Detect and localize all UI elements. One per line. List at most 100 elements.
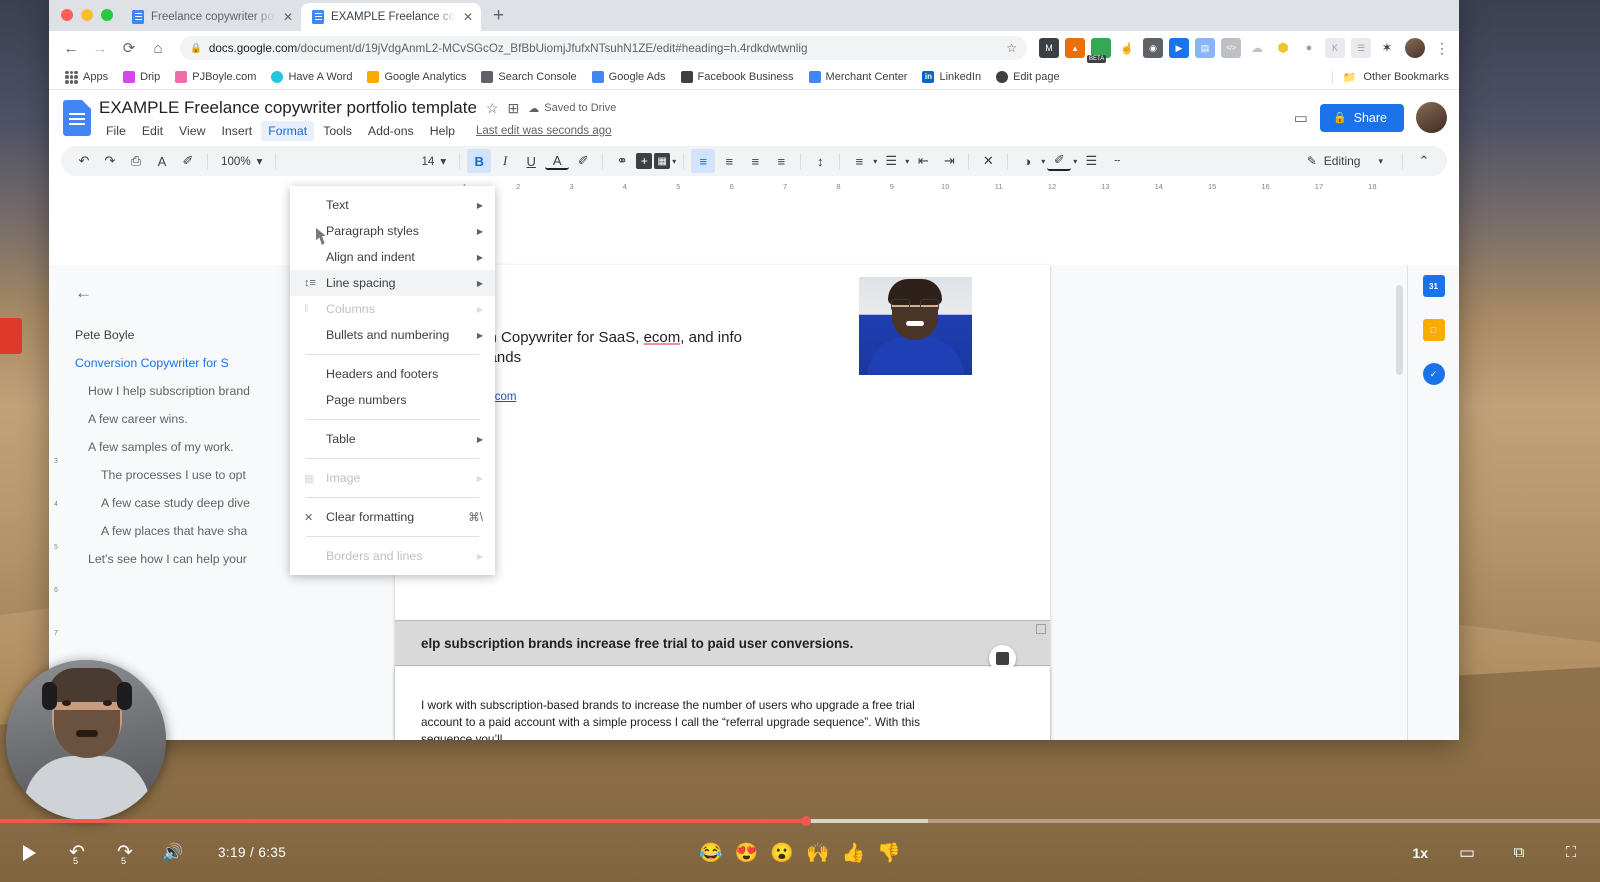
format-menu-item-text[interactable]: Text ▶ (290, 192, 495, 218)
insert-link-icon[interactable]: ⚭ (610, 149, 634, 173)
shield-extension-icon[interactable]: ◉ (1143, 38, 1163, 58)
chevron-down-icon[interactable]: ▾ (1073, 157, 1077, 166)
browser-tab-2[interactable]: EXAMPLE Freelance copywrite ✕ (301, 3, 481, 31)
playback-speed-button[interactable]: 1x (1412, 845, 1428, 861)
bookmark-drip[interactable]: Drip (117, 69, 166, 85)
tasks-icon[interactable]: ✓ (1422, 363, 1445, 385)
menu-edit[interactable]: Edit (135, 121, 170, 141)
paint-format-icon[interactable]: ✐ (176, 149, 200, 173)
bookmark-have-a-word[interactable]: Have A Word (265, 69, 358, 85)
video-extension-icon[interactable]: ▶ (1169, 38, 1189, 58)
close-tab-icon[interactable]: ✕ (463, 11, 473, 23)
align-right-icon[interactable]: ≡ (743, 149, 767, 173)
numbered-list-icon[interactable]: ≡ (847, 149, 871, 173)
insert-image-icon[interactable]: ▦ (654, 153, 671, 169)
format-menu-item-align-and-indent[interactable]: Align and indent ▶ (290, 244, 495, 270)
spelling-check-icon[interactable]: A (150, 149, 174, 173)
undo-icon[interactable]: ↶ (72, 149, 96, 173)
forward-icon[interactable]: → (87, 35, 113, 61)
keep-icon[interactable]: □ (1422, 319, 1445, 341)
collapse-toolbar-icon[interactable]: ⌃ (1412, 149, 1436, 173)
chevron-down-icon[interactable]: ▾ (1041, 157, 1045, 166)
camera-extension-icon[interactable]: ● (1299, 38, 1319, 58)
bookmark-google-ads[interactable]: Google Ads (586, 69, 672, 85)
border-dash-icon[interactable]: ╌ (1105, 149, 1129, 173)
note-extension-icon[interactable]: ▤ (1195, 38, 1215, 58)
bold-button[interactable]: B (467, 149, 492, 173)
menu-format[interactable]: Format (261, 121, 315, 141)
border-width-icon[interactable]: ☰ (1079, 149, 1103, 173)
reaction-surprised-icon[interactable]: 😮 (770, 841, 794, 865)
bookmark-apps[interactable]: Apps (59, 69, 114, 86)
puzzle-extension-icon[interactable]: ✶ (1377, 38, 1397, 58)
italic-button[interactable]: I (493, 149, 517, 173)
block-resize-handle[interactable] (1036, 624, 1046, 634)
zoom-selector[interactable]: 100% ▾ (215, 154, 268, 169)
align-left-icon[interactable]: ≡ (691, 149, 716, 173)
screen-edge-red-tab[interactable] (0, 318, 22, 354)
clear-formatting-icon[interactable]: ✕ (976, 149, 1000, 173)
menu-tools[interactable]: Tools (316, 121, 359, 141)
profile-avatar[interactable] (1405, 38, 1425, 58)
honey-extension-icon[interactable]: ⬢ (1273, 38, 1293, 58)
print-icon[interactable]: ⎙ (124, 149, 148, 173)
theater-mode-icon[interactable]: ▭ (1454, 840, 1480, 866)
format-menu-item-clear-formatting[interactable]: ✕ Clear formatting ⌘\ (290, 504, 495, 530)
last-edit-label[interactable]: Last edit was seconds ago (476, 125, 612, 137)
account-avatar[interactable] (1416, 102, 1447, 133)
minimize-window-button[interactable] (81, 9, 93, 21)
format-menu-item-table[interactable]: Table ▶ (290, 426, 495, 452)
close-window-button[interactable] (61, 9, 73, 21)
chevron-down-icon[interactable]: ▾ (1378, 156, 1383, 167)
align-center-icon[interactable]: ≡ (717, 149, 741, 173)
document-page-body[interactable]: I work with subscription-based brands to… (395, 667, 1050, 740)
close-tab-icon[interactable]: ✕ (283, 11, 293, 23)
page-title[interactable]: EXAMPLE Freelance copywriter portfolio t… (99, 98, 477, 118)
redo-icon[interactable]: ↷ (98, 149, 122, 173)
reload-icon[interactable]: ⟳ (116, 35, 142, 61)
beta-extension-icon[interactable]: BETA (1087, 38, 1111, 63)
back-icon[interactable]: ← (58, 35, 84, 61)
doc-extension-icon[interactable]: ☰ (1351, 38, 1371, 58)
align-justify-icon[interactable]: ≡ (769, 149, 793, 173)
font-size-selector[interactable]: 14 ▾ (415, 154, 452, 169)
bookmark-merchant-center[interactable]: Merchant Center (803, 69, 914, 85)
forward-5-button[interactable]: ↷ 5 (112, 840, 138, 866)
hand-cursor-extension-icon[interactable]: ☝ (1117, 38, 1137, 58)
bookmark-edit-page[interactable]: Edit page (990, 69, 1065, 85)
new-tab-button[interactable]: + (493, 5, 504, 31)
code-extension-icon[interactable]: </> (1221, 38, 1241, 58)
border-color-icon[interactable]: ✐ (1047, 152, 1072, 171)
format-menu-item-headers-and-footers[interactable]: Headers and footers (290, 361, 495, 387)
maximize-window-button[interactable] (101, 9, 113, 21)
format-menu-item-page-numbers[interactable]: Page numbers (290, 387, 495, 413)
fullscreen-icon[interactable]: ⛶ (1558, 840, 1584, 866)
horizontal-ruler[interactable]: 123456789101112131415161718 (49, 179, 1459, 194)
home-icon[interactable]: ⌂ (145, 35, 171, 61)
editing-mode-button[interactable]: ✎ Editing (1303, 154, 1365, 168)
line-spacing-icon[interactable]: ↕ (808, 149, 832, 173)
reaction-thumbs-up-icon[interactable]: 👍 (842, 841, 866, 865)
share-button[interactable]: 🔒 Share (1319, 103, 1404, 132)
bookmark-linkedin[interactable]: in LinkedIn (916, 69, 987, 85)
format-menu-item-line-spacing[interactable]: ↕≡ Line spacing ▶ (290, 270, 495, 296)
play-button[interactable] (16, 840, 42, 866)
increase-indent-icon[interactable]: ⇥ (937, 149, 961, 173)
menu-view[interactable]: View (172, 121, 212, 141)
comment-history-icon[interactable]: ▭ (1294, 109, 1308, 127)
decrease-indent-icon[interactable]: ⇤ (911, 149, 935, 173)
chrome-menu-kebab-icon[interactable]: ⋮ (1434, 40, 1450, 57)
bookmark-facebook-business[interactable]: Facebook Business (675, 69, 800, 85)
bookmark-search-console[interactable]: Search Console (475, 69, 582, 85)
address-bar[interactable]: 🔒 docs.google.com/document/d/19jVdgAnmL2… (180, 36, 1027, 60)
star-icon[interactable]: ☆ (486, 100, 499, 117)
format-menu-item-paragraph-styles[interactable]: Paragraph styles ▶ (290, 218, 495, 244)
underline-button[interactable]: U (519, 149, 543, 173)
menu-file[interactable]: File (99, 121, 133, 141)
volume-icon[interactable]: 🔊 (160, 840, 186, 866)
text-color-button[interactable]: A (545, 152, 570, 170)
reaction-raised-hands-icon[interactable]: 🙌 (806, 841, 830, 865)
highlight-color-button[interactable]: ✐ (571, 149, 595, 173)
reaction-heart-eyes-icon[interactable]: 😍 (735, 841, 759, 865)
add-comment-icon[interactable]: + (636, 153, 653, 169)
